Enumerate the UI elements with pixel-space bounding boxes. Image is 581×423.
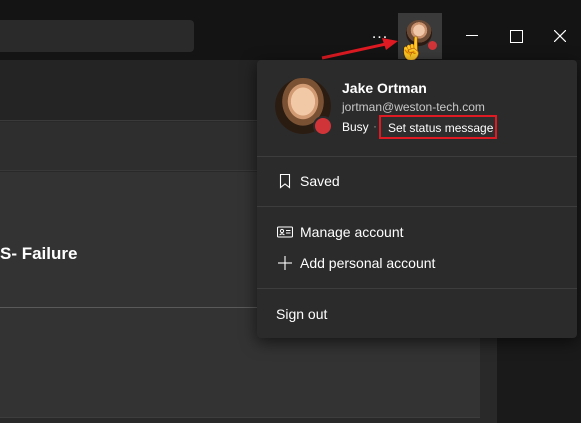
divider: [257, 288, 577, 289]
sign-out-label: Sign out: [276, 306, 328, 322]
sign-out-menu-item[interactable]: Sign out: [257, 299, 577, 329]
minimize-button[interactable]: [452, 22, 492, 50]
profile-menu: Jake Ortman jortman@weston-tech.com Busy…: [257, 60, 577, 338]
manage-account-menu-item[interactable]: Manage account: [257, 217, 577, 247]
divider: [257, 206, 577, 207]
close-button[interactable]: [540, 22, 580, 50]
plus-icon: [278, 256, 292, 270]
profile-name: Jake Ortman: [342, 80, 427, 96]
add-personal-account-menu-item[interactable]: Add personal account: [257, 248, 577, 278]
contact-card-icon: [277, 226, 293, 238]
profile-email: jortman@weston-tech.com: [342, 100, 485, 114]
annotation-arrow-icon: [321, 38, 398, 60]
maximize-button[interactable]: [496, 22, 536, 50]
set-status-message-label: Set status message: [388, 121, 494, 135]
hand-cursor-icon: ☝: [398, 36, 426, 61]
add-personal-account-label: Add personal account: [300, 255, 436, 271]
card-title: S- Failure: [0, 244, 78, 263]
manage-account-label: Manage account: [300, 224, 404, 240]
title-bar: ... ☝: [0, 0, 581, 61]
search-input[interactable]: [0, 20, 194, 52]
busy-presence-icon: [427, 40, 438, 51]
saved-label: Saved: [300, 173, 340, 189]
bookmark-icon: [279, 173, 291, 189]
status-busy[interactable]: Busy: [342, 120, 369, 134]
saved-menu-item[interactable]: Saved: [257, 166, 577, 196]
close-icon: [554, 30, 566, 42]
busy-presence-icon: [313, 116, 333, 136]
set-status-message-button[interactable]: Set status message: [379, 115, 497, 139]
status-separator: ·: [373, 119, 377, 133]
divider: [257, 156, 577, 157]
